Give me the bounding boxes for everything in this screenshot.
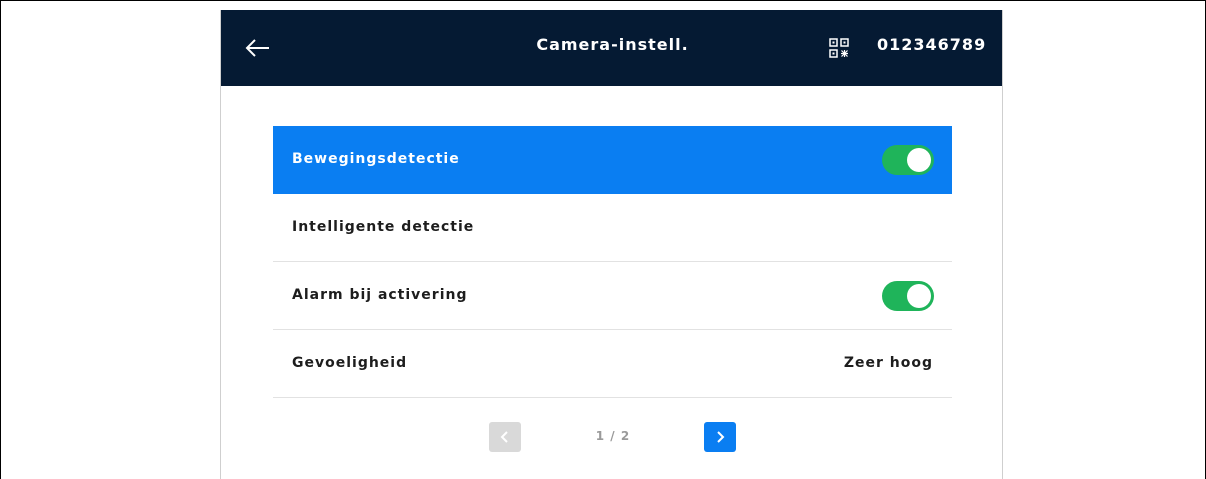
settings-list: Bewegingsdetectie Intelligente detectie … <box>273 126 952 398</box>
setting-label: Bewegingsdetectie <box>292 151 460 167</box>
setting-row-motion-detection[interactable]: Bewegingsdetectie <box>273 126 952 194</box>
motion-detection-toggle[interactable] <box>882 145 934 175</box>
next-page-button[interactable] <box>704 422 736 452</box>
toggle-knob <box>907 148 931 172</box>
chevron-right-icon <box>717 431 725 443</box>
sensitivity-value: Zeer hoog <box>843 355 933 371</box>
camera-settings-screen: Camera-instell. 012346789 Bewegingsdetec… <box>220 10 1003 479</box>
page-indicator: 1 / 2 <box>595 429 631 443</box>
header-bar: Camera-instell. 012346789 <box>221 10 1002 86</box>
setting-row-intelligent-detection[interactable]: Intelligente detectie <box>273 194 952 262</box>
alarm-toggle[interactable] <box>882 281 934 311</box>
setting-row-sensitivity[interactable]: Gevoeligheid Zeer hoog <box>273 330 952 398</box>
setting-label: Gevoeligheid <box>292 355 408 371</box>
qr-code-icon[interactable] <box>829 38 849 58</box>
setting-row-alarm-on-activation[interactable]: Alarm bij activering <box>273 262 952 330</box>
setting-label: Intelligente detectie <box>292 219 475 235</box>
toggle-knob <box>907 284 931 308</box>
prev-page-button[interactable] <box>489 422 521 452</box>
chevron-left-icon <box>500 431 508 443</box>
device-id: 012346789 <box>877 35 987 54</box>
pagination: 1 / 2 <box>221 422 1002 452</box>
setting-label: Alarm bij activering <box>292 287 468 303</box>
